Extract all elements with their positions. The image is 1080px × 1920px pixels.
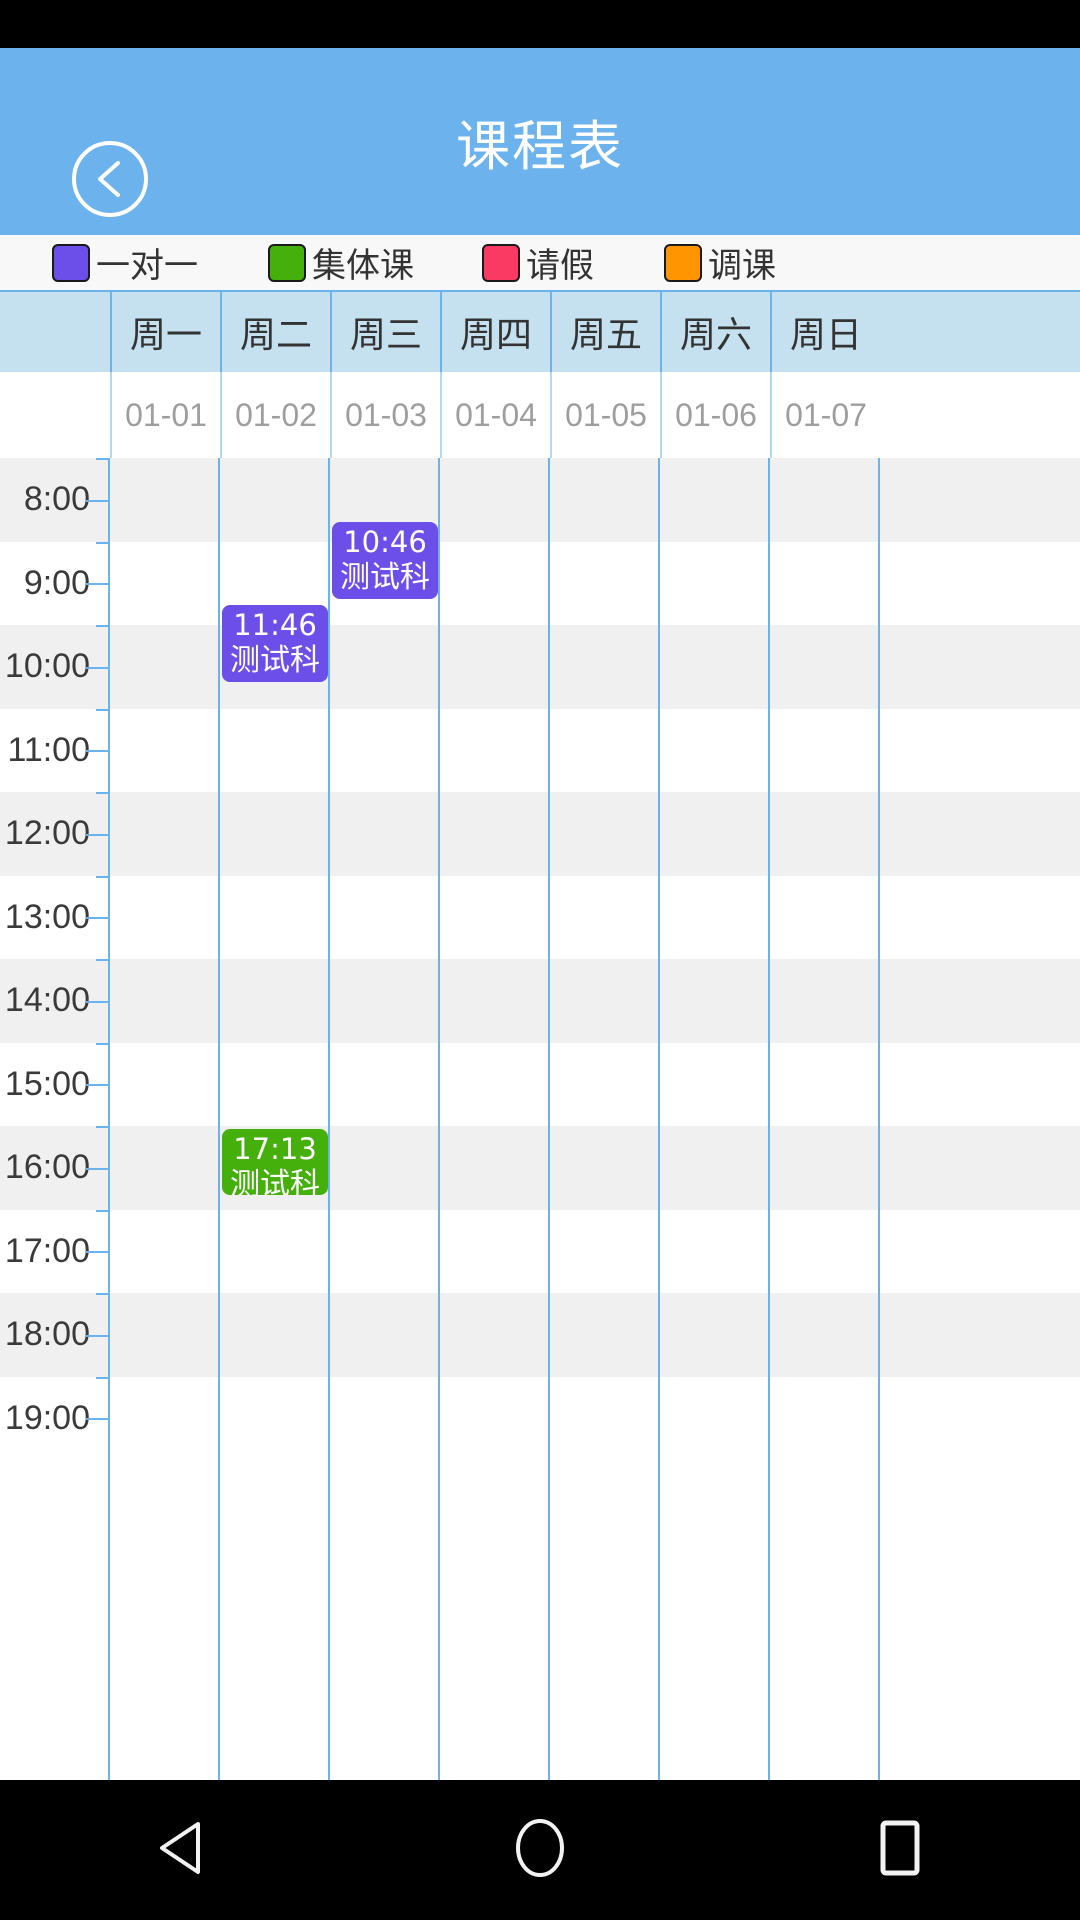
hour-tick bbox=[86, 1167, 108, 1170]
system-nav-bar bbox=[0, 1780, 1080, 1920]
page-title: 课程表 bbox=[456, 115, 624, 178]
time-label: 18:00 bbox=[4, 1315, 90, 1354]
event-title: 测试科目a bbox=[230, 643, 320, 682]
column-divider bbox=[658, 458, 660, 1780]
hour-tick bbox=[86, 1000, 108, 1003]
time-label: 9:00 bbox=[23, 563, 90, 602]
time-label: 12:00 bbox=[4, 814, 90, 853]
time-row: 8:00 bbox=[0, 458, 1080, 542]
event-time: 17:13 bbox=[233, 1132, 317, 1166]
time-row: 14:00 bbox=[0, 959, 1080, 1043]
app-header: 课程表 bbox=[0, 48, 1080, 235]
calendar-event[interactable]: 11:46测试科目a bbox=[222, 605, 328, 682]
time-row: 11:00 bbox=[0, 708, 1080, 792]
time-row: 9:00 bbox=[0, 541, 1080, 625]
time-row: 13:00 bbox=[0, 875, 1080, 959]
weekday-header-row: 周一 周二 周三 周四 周五 周六 周日 bbox=[0, 290, 1080, 372]
time-label: 16:00 bbox=[4, 1148, 90, 1187]
time-row: 12:00 bbox=[0, 792, 1080, 876]
color-swatch-icon bbox=[52, 243, 90, 282]
column-divider bbox=[218, 458, 220, 1780]
time-label: 14:00 bbox=[4, 981, 90, 1020]
event-title: 测试科目a班 bbox=[230, 1167, 320, 1195]
hour-tick bbox=[86, 1251, 108, 1254]
legend-bar: 一对一 集体课 请假 调课 bbox=[0, 235, 1080, 290]
date-cell[interactable]: 01-02 bbox=[220, 372, 330, 458]
weekday-cell[interactable]: 周二 bbox=[220, 292, 330, 372]
column-divider bbox=[548, 458, 550, 1780]
weekday-cell[interactable]: 周六 bbox=[660, 292, 770, 372]
legend-item-group-class[interactable]: 集体课 bbox=[268, 235, 414, 290]
hour-tick bbox=[86, 917, 108, 920]
weekday-cell[interactable]: 周五 bbox=[550, 292, 660, 372]
calendar-event[interactable]: 17:13测试科目a班 bbox=[222, 1129, 328, 1195]
column-divider bbox=[108, 458, 110, 1780]
nav-home-button[interactable] bbox=[480, 1800, 600, 1900]
hour-tick bbox=[86, 1334, 108, 1337]
hour-tick bbox=[86, 750, 108, 753]
date-cell[interactable]: 01-04 bbox=[440, 372, 550, 458]
corner-cell bbox=[0, 372, 110, 458]
hour-tick bbox=[86, 666, 108, 669]
time-label: 11:00 bbox=[7, 730, 90, 769]
time-row: 17:00 bbox=[0, 1209, 1080, 1293]
hour-tick bbox=[86, 499, 108, 502]
legend-label: 调课 bbox=[708, 246, 776, 286]
time-row: 19:00 bbox=[0, 1376, 1080, 1460]
column-divider bbox=[328, 458, 330, 1780]
event-time: 10:46 bbox=[343, 525, 427, 559]
time-label: 8:00 bbox=[23, 480, 90, 519]
hour-tick bbox=[86, 583, 108, 586]
column-divider bbox=[768, 458, 770, 1780]
time-label: 10:00 bbox=[4, 647, 90, 686]
hour-tick bbox=[86, 833, 108, 836]
event-time: 11:46 bbox=[233, 608, 317, 642]
time-grid[interactable]: 8:00 9:00 10:00 11:00 12:00 13:00 14:00 15:00 16… bbox=[0, 458, 1080, 1780]
back-triangle-icon bbox=[156, 1821, 204, 1880]
calendar-event[interactable]: 10:46测试科目a bbox=[332, 522, 438, 599]
time-label: 19:00 bbox=[4, 1398, 90, 1437]
nav-recents-button[interactable] bbox=[840, 1800, 960, 1900]
date-header-row: 01-01 01-02 01-03 01-04 01-05 01-06 01-07 bbox=[0, 372, 1080, 458]
color-swatch-icon bbox=[482, 243, 520, 282]
legend-item-reschedule[interactable]: 调课 bbox=[664, 235, 776, 290]
color-swatch-icon bbox=[268, 243, 306, 282]
event-title: 测试科目a bbox=[340, 560, 430, 599]
weekday-cell[interactable]: 周四 bbox=[440, 292, 550, 372]
home-circle-icon bbox=[514, 1818, 566, 1883]
date-cell[interactable]: 01-07 bbox=[770, 372, 880, 458]
time-row: 15:00 bbox=[0, 1042, 1080, 1126]
weekday-cell[interactable]: 周一 bbox=[110, 292, 220, 372]
status-bar bbox=[0, 0, 1080, 48]
color-swatch-icon bbox=[664, 243, 702, 282]
time-row: 18:00 bbox=[0, 1293, 1080, 1377]
corner-cell bbox=[0, 292, 110, 372]
hour-tick bbox=[86, 1084, 108, 1087]
hour-tick bbox=[86, 1418, 108, 1421]
legend-label: 集体课 bbox=[312, 246, 414, 286]
time-label: 13:00 bbox=[4, 897, 90, 936]
nav-back-button[interactable] bbox=[120, 1800, 240, 1900]
legend-item-one-to-one[interactable]: 一对一 bbox=[52, 235, 198, 290]
calendar: 周一 周二 周三 周四 周五 周六 周日 01-01 01-02 01-03 01-04 01-05… bbox=[0, 290, 1080, 1780]
recents-square-icon bbox=[880, 1820, 920, 1881]
legend-label: 一对一 bbox=[96, 246, 198, 286]
date-cell[interactable]: 01-05 bbox=[550, 372, 660, 458]
column-divider bbox=[878, 458, 880, 1780]
time-label: 17:00 bbox=[4, 1231, 90, 1270]
time-label: 15:00 bbox=[4, 1064, 90, 1103]
column-divider bbox=[438, 458, 440, 1780]
time-row: 16:00 bbox=[0, 1126, 1080, 1210]
weekday-cell[interactable]: 周日 bbox=[770, 292, 880, 372]
legend-label: 请假 bbox=[526, 246, 594, 286]
weekday-cell[interactable]: 周三 bbox=[330, 292, 440, 372]
date-cell[interactable]: 01-01 bbox=[110, 372, 220, 458]
legend-item-leave[interactable]: 请假 bbox=[482, 235, 594, 290]
date-cell[interactable]: 01-06 bbox=[660, 372, 770, 458]
date-cell[interactable]: 01-03 bbox=[330, 372, 440, 458]
time-row: 10:00 bbox=[0, 625, 1080, 709]
